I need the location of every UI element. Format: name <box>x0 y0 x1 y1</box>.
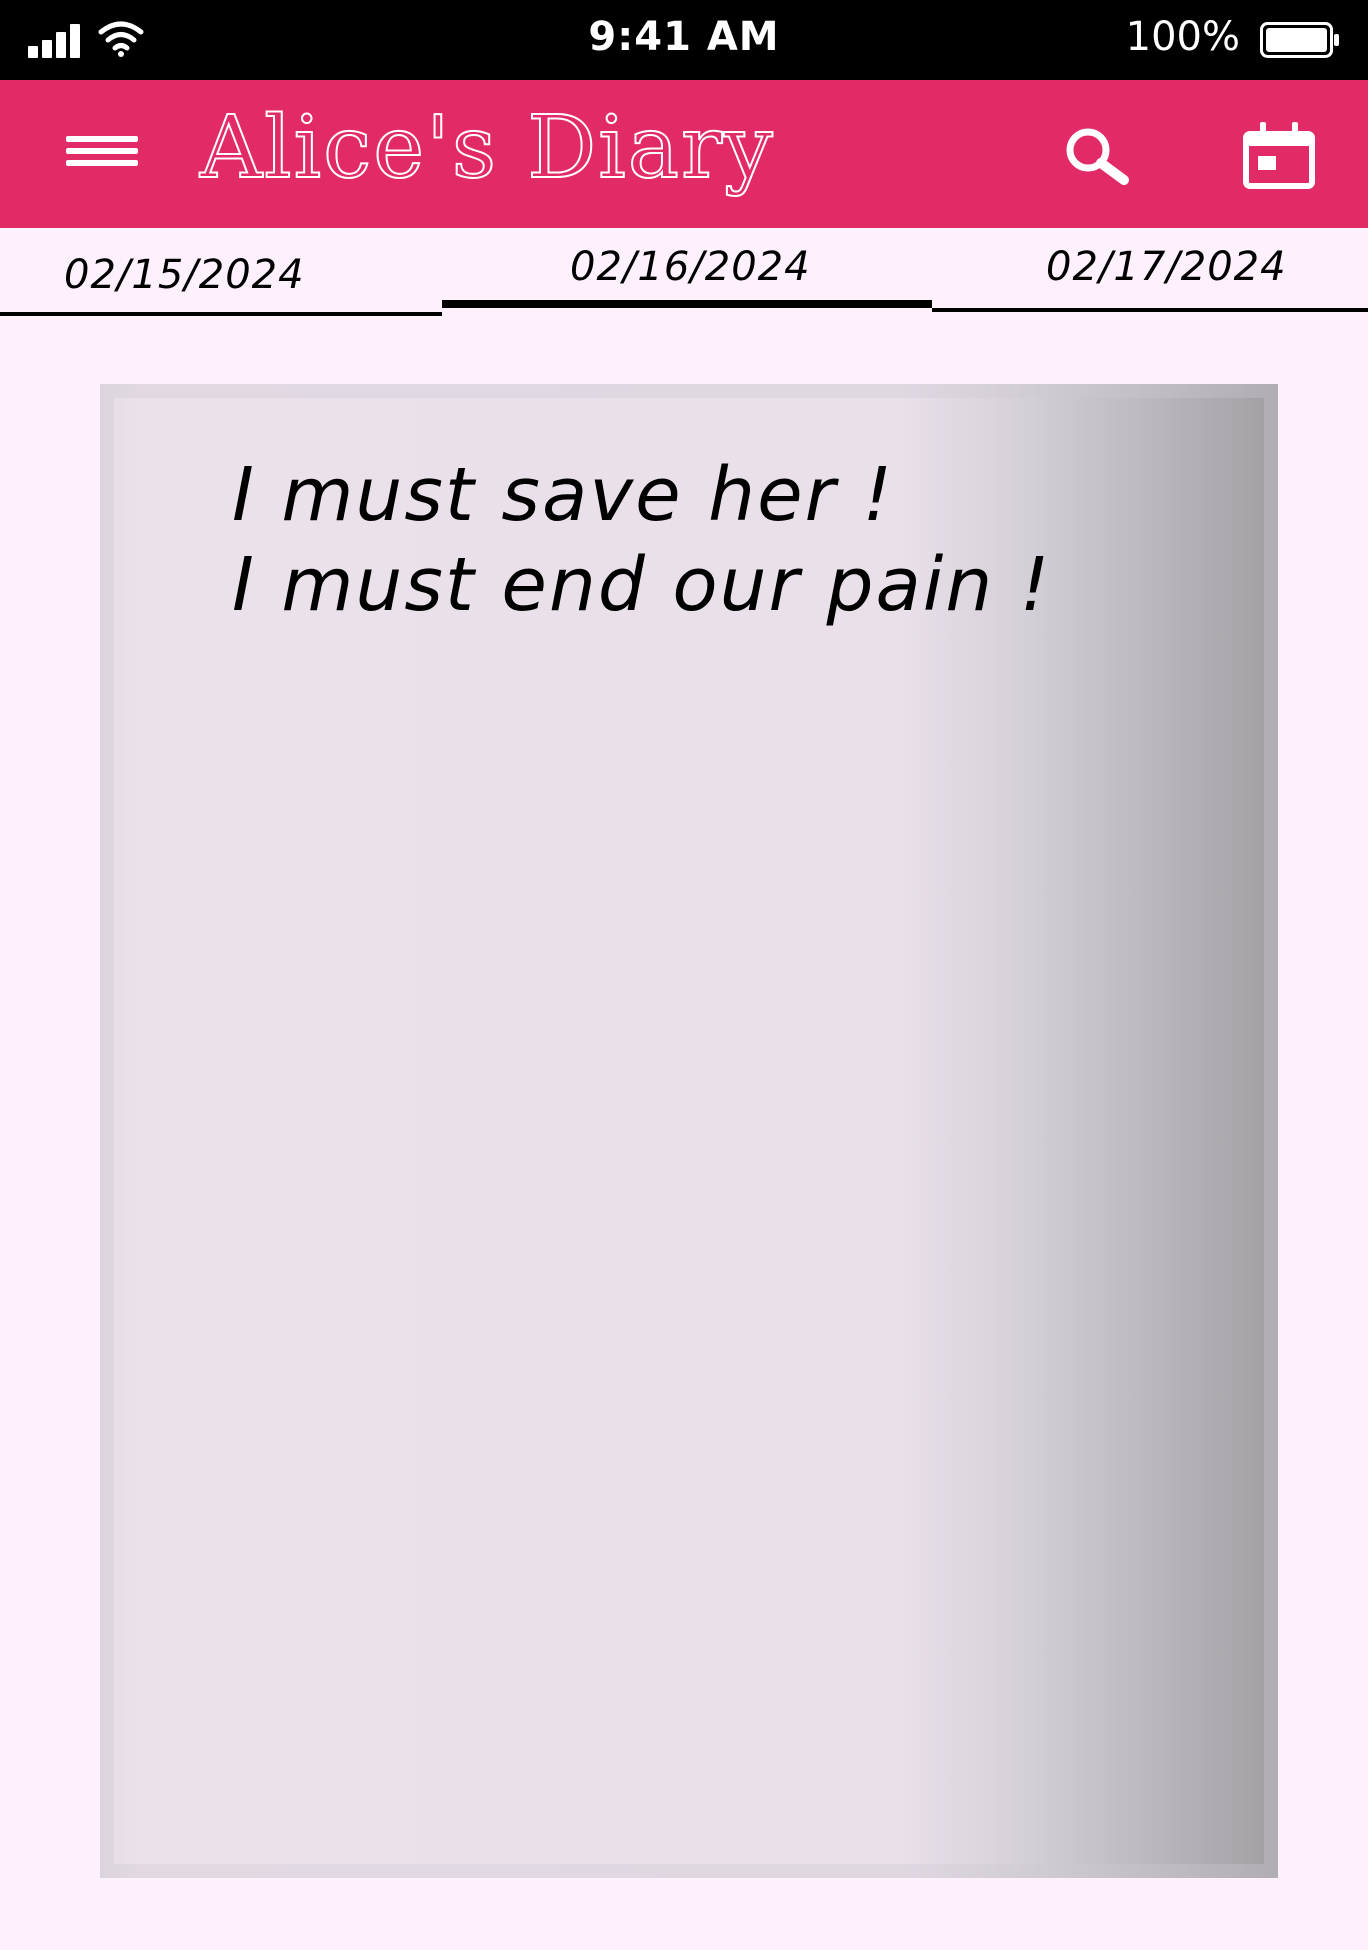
tab-selected-indicator <box>442 300 932 308</box>
app-title: Alice's Diary <box>199 97 775 199</box>
tab-label: 02/15/2024 <box>64 252 305 298</box>
battery-percent: 100% <box>1125 14 1240 60</box>
calendar-button[interactable] <box>1238 116 1322 194</box>
diary-page[interactable]: I must save her ! I must end our pain ! <box>100 384 1278 1878</box>
tab-date-next[interactable]: 02/17/2024 <box>932 228 1368 312</box>
status-bar: 9:41 AM 100% <box>0 0 1368 80</box>
date-tabs: 02/15/2024 02/16/2024 02/17/2024 <box>0 228 1368 316</box>
diary-entry-line: I must save her ! <box>232 452 895 538</box>
search-button[interactable] <box>1056 120 1136 190</box>
battery-icon <box>1260 22 1339 58</box>
calendar-icon <box>1243 122 1315 189</box>
tab-label: 02/16/2024 <box>570 244 811 290</box>
tab-label: 02/17/2024 <box>1046 244 1287 290</box>
menu-button[interactable] <box>60 126 146 182</box>
tab-date-selected[interactable]: 02/16/2024 <box>442 228 932 316</box>
diary-entry-line: I must end our pain ! <box>232 542 1052 628</box>
tab-date-previous[interactable]: 02/15/2024 <box>0 228 442 316</box>
search-icon <box>1066 128 1129 185</box>
app-bar: Alice's Diary <box>0 80 1368 228</box>
